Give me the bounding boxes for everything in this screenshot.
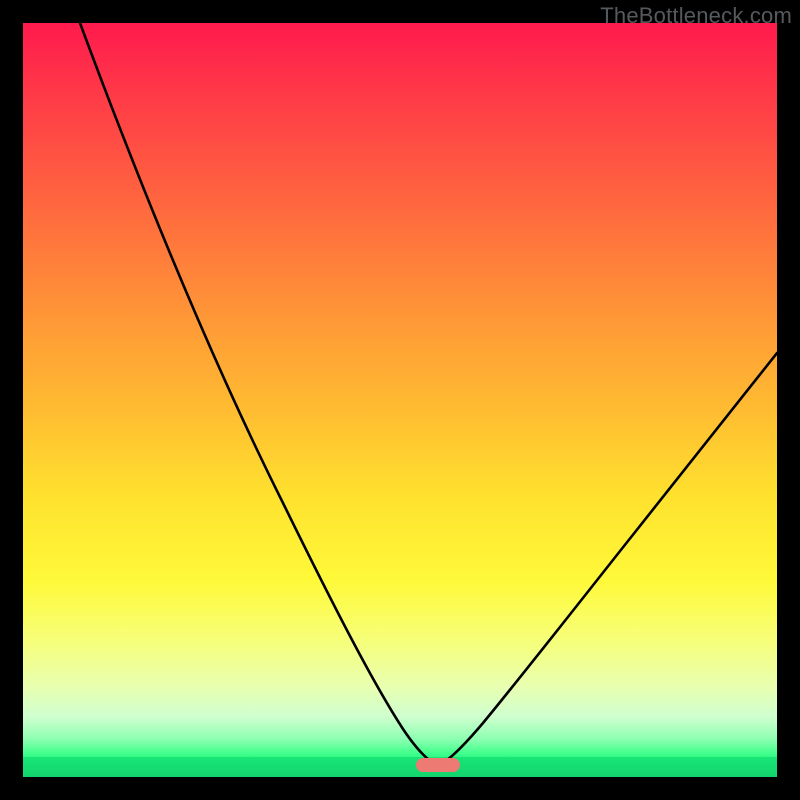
bottleneck-curve (23, 23, 777, 777)
bottleneck-curve-path (80, 23, 777, 765)
chart-frame (23, 23, 777, 777)
plot-area (23, 23, 777, 777)
optimal-point-marker (416, 758, 460, 772)
